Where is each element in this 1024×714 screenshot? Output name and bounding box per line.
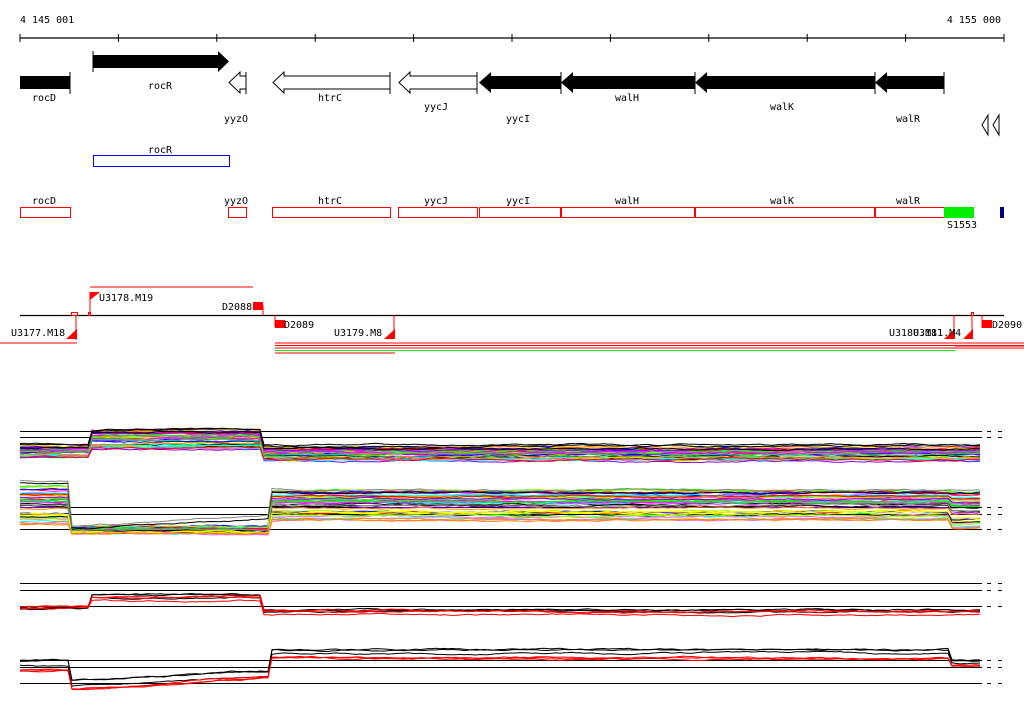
gene-label: walH [615,93,639,104]
expression-profile [19,655,981,690]
segment-label: D2089 [284,320,314,331]
gene-label: htrC [318,93,342,104]
feature-marker[interactable] [1000,207,1004,218]
transcript-yyzO[interactable] [228,207,247,218]
gene-label: yycJ [424,102,448,113]
segment-label: U3177.M18 [11,328,65,339]
regulon-label: rocR [148,145,173,156]
expression-profile [19,647,981,681]
transcript-label: walK [770,196,794,207]
srna-S1553[interactable] [944,207,974,218]
genome-browser: 4 145 001 4 155 000 rocD rocR yyzO htrC … [0,15,1024,691]
gene-rocD[interactable]: rocD [20,72,71,104]
transcript-track: rocD yyzO htrC yycJ yycI walH walK walR … [20,196,1004,231]
expression-tracks [19,427,1002,691]
gene-yycJ[interactable]: yycJ [398,70,478,113]
segmentation-track: U3177.M18 U3178.M19 U3179.M8 U3180.M11 U… [0,286,1024,354]
gene-walK[interactable]: walK [695,72,876,113]
gene-label: rocD [32,93,56,104]
gene-walH[interactable]: walH [561,72,696,104]
expression-profile [19,647,980,681]
ruler: 4 145 001 4 155 000 [19,15,1005,42]
gene-rocR[interactable]: rocR [92,51,229,92]
partial-gene-arrows-icon [981,113,1000,137]
gene-label: walR [896,114,921,125]
expression-profile [19,650,981,687]
gene-label: rocR [148,81,173,92]
gene-yycI[interactable]: yycI [479,72,562,125]
gene-label: yyzO [224,114,248,125]
transcript-label: walH [615,196,639,207]
segment-label: U3179.M8 [334,328,382,339]
downshift-marker[interactable] [982,320,992,328]
gene-yyzO[interactable]: yyzO [224,70,248,125]
transcript-label: walR [896,196,921,207]
transcript-label: rocD [32,196,56,207]
downshift-marker[interactable] [253,302,263,310]
transcript-label: htrC [318,196,342,207]
transcript-label: yycJ [424,196,448,207]
upshift-marker[interactable] [66,329,77,339]
segment-label: U3178.M19 [99,293,153,304]
srna-label: S1553 [947,220,977,231]
segment-label: D2090 [992,320,1022,331]
transcript-label: yycI [506,196,530,207]
upshift-marker[interactable] [384,329,395,339]
transcript-htrC[interactable] [272,207,391,218]
gene-label: yycI [506,114,530,125]
gene-track: rocD rocR yyzO htrC yycJ yycI walH walK [20,51,1000,137]
expression-profile [19,599,981,618]
regulon-rocR[interactable]: rocR [93,145,230,167]
gene-htrC[interactable]: htrC [272,70,391,104]
transcript-label: yyzO [224,196,248,207]
segment-label: D2088 [222,302,252,313]
expression-profile [19,592,981,612]
gene-label: walK [770,102,794,113]
upshift-marker[interactable] [963,329,973,339]
gene-walR[interactable]: walR [875,72,945,125]
ruler-end-label: 4 155 000 [947,15,1001,26]
segment-label: U3181.M4 [913,328,961,339]
transcript-rocD[interactable] [20,207,71,218]
transcript-yycJ[interactable] [398,207,478,218]
ruler-start-label: 4 145 001 [20,15,74,26]
